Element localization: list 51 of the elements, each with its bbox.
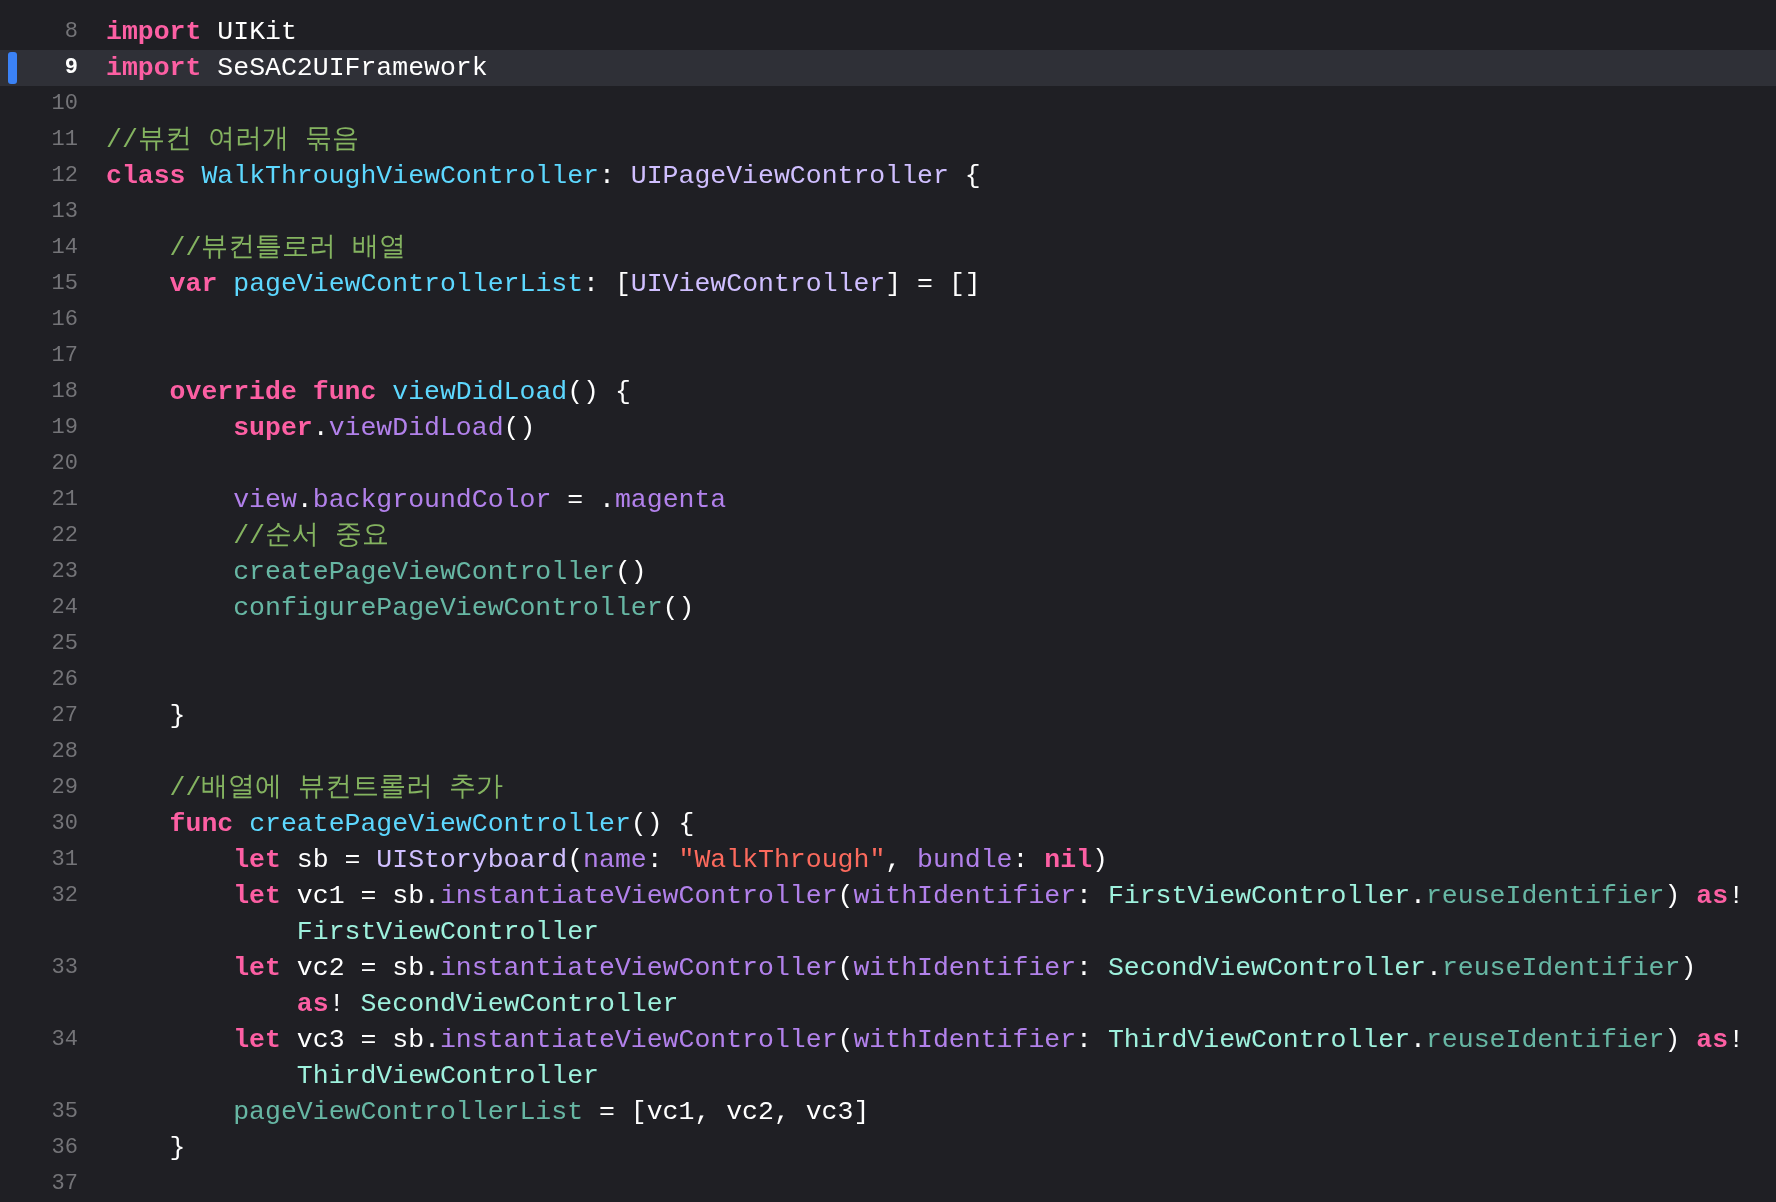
code-line: class WalkThroughViewController: UIPageViewController { — [106, 160, 981, 193]
code-line: let vc1 = sb.instantiateViewController(withIdentifier: FirstViewController.reuseIdentifier) as! FirstViewController — [232, 880, 1745, 949]
line-number: 17 — [51, 342, 78, 370]
line-number: 36 — [51, 1134, 78, 1162]
line-number: 33 — [51, 954, 78, 982]
code-line: //배열에 뷰컨트롤러 추가 — [168, 772, 504, 805]
line-number: 15 — [51, 270, 78, 298]
code-line: createPageViewController() — [232, 556, 647, 589]
line-number: 25 — [51, 630, 78, 658]
code-line: } — [168, 1132, 186, 1165]
code-line: var pageViewControllerList: [UIViewController] = [] — [168, 268, 981, 301]
line-number: 13 — [51, 198, 78, 226]
line-number: 37 — [51, 1170, 78, 1198]
code-line: let vc3 = sb.instantiateViewController(withIdentifier: ThirdViewController.reuseIdentifier) as! ThirdViewController — [232, 1024, 1745, 1093]
line-number: 12 — [51, 162, 78, 190]
line-number: 29 — [51, 774, 78, 802]
code-line: let sb = UIStoryboard(name: "WalkThrough", bundle: nil) — [232, 844, 1108, 877]
code-line: let vc2 = sb.instantiateViewController(withIdentifier: SecondViewController.reuseIdentifier) as! SecondViewController — [232, 952, 1697, 1021]
line-number: 10 — [51, 90, 78, 118]
line-number: 18 — [51, 378, 78, 406]
line-number: 11 — [51, 126, 78, 154]
line-number: 8 — [64, 18, 78, 46]
line-number: 23 — [51, 558, 78, 586]
line-number: 27 — [51, 702, 78, 730]
code-line: func createPageViewController() { — [168, 808, 695, 841]
code-line: //뷰컨틀로러 배열 — [168, 232, 407, 265]
code-line: override func viewDidLoad() { — [168, 376, 631, 409]
line-number: 9 — [64, 54, 78, 82]
code-line: import SeSAC2UIFramework — [106, 52, 488, 85]
code-line: super.viewDidLoad() — [232, 412, 536, 445]
code-line: pageViewControllerList = [vc1, vc2, vc3] — [232, 1096, 870, 1129]
line-number: 19 — [51, 414, 78, 442]
code-line: import UIKit — [106, 16, 297, 49]
line-number: 24 — [51, 594, 78, 622]
line-number: 21 — [51, 486, 78, 514]
line-number: 31 — [51, 846, 78, 874]
line-number: 22 — [51, 522, 78, 550]
line-number: 26 — [51, 666, 78, 694]
code-line: configurePageViewController() — [232, 592, 695, 625]
line-number: 28 — [51, 738, 78, 766]
line-number: 14 — [51, 234, 78, 262]
line-number: 34 — [51, 1026, 78, 1054]
code-line: //뷰컨 여러개 묶음 — [106, 124, 359, 157]
line-number: 16 — [51, 306, 78, 334]
code-line: //순서 중요 — [232, 520, 389, 553]
code-line: view.backgroundColor = .magenta — [232, 484, 727, 517]
line-number: 20 — [51, 450, 78, 478]
line-number: 32 — [51, 882, 78, 910]
line-number: 35 — [51, 1098, 78, 1126]
line-number: 30 — [51, 810, 78, 838]
code-line: } — [168, 700, 186, 733]
